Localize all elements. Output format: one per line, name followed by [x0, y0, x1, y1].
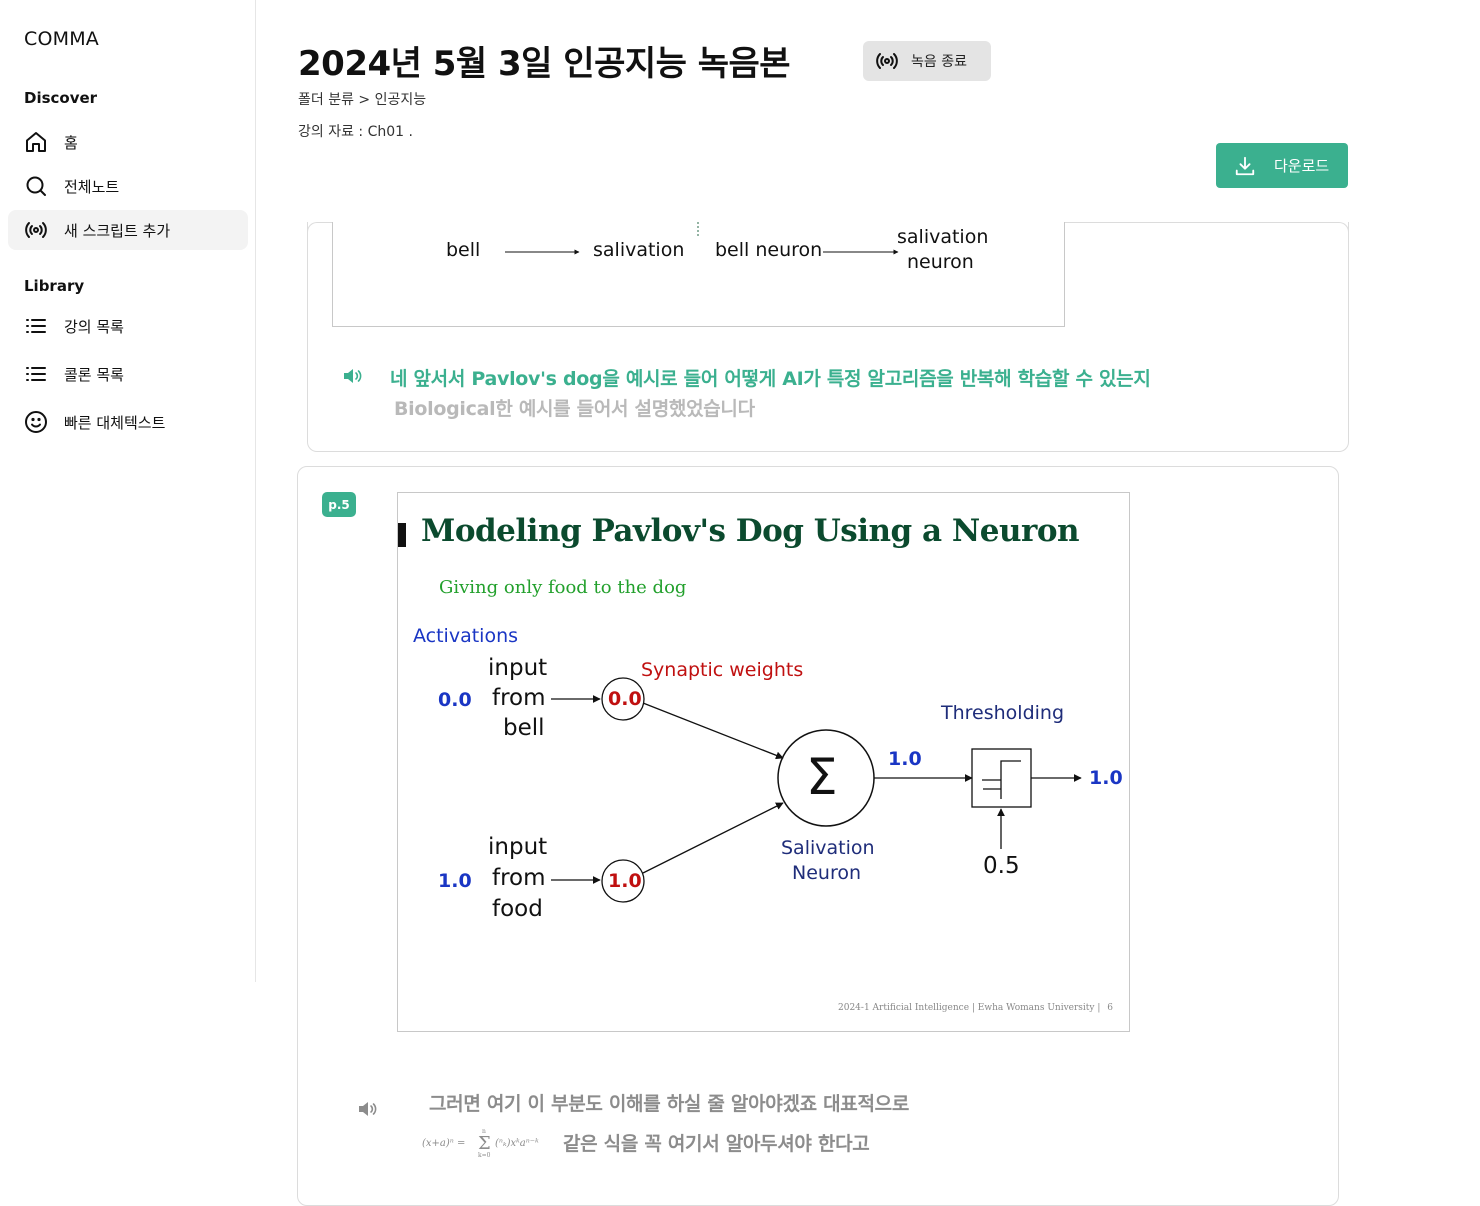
weight2-value: 1.0	[608, 870, 642, 892]
transcript-line[interactable]: 그러면 여기 이 부분도 이해를 하실 줄 알아야겠죠 대표적으로	[429, 1089, 909, 1116]
slide-text-salivation: salivation	[593, 239, 685, 261]
sidebar-item-label: 강의 목록	[64, 317, 124, 336]
home-icon	[24, 130, 48, 154]
smiley-icon	[24, 410, 48, 434]
list-icon	[24, 314, 48, 338]
slide-subtitle: Giving only food to the dog	[439, 577, 687, 598]
sidebar-item-quick-alt-text[interactable]: 빠른 대체텍스트	[8, 402, 248, 442]
app-logo[interactable]: COMMA	[24, 28, 99, 50]
final-output-value: 1.0	[1089, 767, 1123, 789]
discover-section-title: Discover	[24, 89, 98, 107]
transcript-card: bell salivation bell neuron salivation n…	[307, 222, 1349, 452]
svg-text:Σ: Σ	[478, 1133, 491, 1154]
transcript-line[interactable]: Biological한 예시를 들어서 설명했었습니다	[394, 394, 755, 421]
slide-text-bell-neuron: bell neuron	[715, 239, 823, 261]
sidebar-item-home[interactable]: 홈	[8, 122, 248, 162]
input1-label: input	[488, 655, 548, 681]
input2-activation: 1.0	[438, 870, 472, 892]
transcript-line[interactable]: 같은 식을 꼭 여기서 알아두셔야 한다고	[563, 1129, 870, 1156]
sidebar-item-all-notes[interactable]: 전체노트	[8, 166, 248, 206]
page-badge[interactable]: p.5	[322, 492, 356, 517]
sidebar-item-lecture-list[interactable]: 강의 목록	[8, 306, 248, 346]
input1-label: bell	[503, 715, 545, 741]
sidebar: COMMA Discover 홈 전체노트 새 스크립트 추가 Library …	[0, 0, 256, 982]
download-icon	[1234, 155, 1256, 177]
slide-footer-text: 2024-1 Artificial Intelligence | Ewha Wo…	[838, 1003, 1101, 1013]
sidebar-item-label: 새 스크립트 추가	[64, 221, 171, 240]
svg-text:k=0: k=0	[478, 1152, 491, 1159]
input2-label: input	[488, 834, 548, 860]
svg-text:n: n	[482, 1128, 486, 1135]
sum-symbol: Σ	[806, 748, 838, 806]
input1-activation: 0.0	[438, 689, 472, 711]
sidebar-item-colon-list[interactable]: 콜론 목록	[8, 354, 248, 394]
slide-footer: 2024-1 Artificial Intelligence | Ewha Wo…	[838, 1003, 1113, 1013]
neuron-label: Neuron	[792, 862, 862, 884]
formula-image: (x+a)ⁿ = Σ n k=0 (ⁿₖ)xᵏaⁿ⁻ᵏ	[420, 1125, 560, 1163]
sidebar-item-label: 빠른 대체텍스트	[64, 413, 166, 432]
slide-synaptic-weights-label: Synaptic weights	[641, 659, 804, 681]
slide-activations-label: Activations	[413, 625, 519, 647]
neuron-label: Salivation	[781, 837, 875, 859]
svg-text:(x+a)ⁿ =: (x+a)ⁿ =	[422, 1138, 465, 1149]
list-icon	[24, 362, 48, 386]
page-title: 2024년 5월 3일 인공지능 녹음본	[298, 44, 791, 84]
slide-title: Modeling Pavlov's Dog Using a Neuron	[421, 513, 1080, 549]
weight1-value: 0.0	[608, 688, 642, 710]
sidebar-item-label: 콜론 목록	[64, 365, 124, 384]
stop-recording-button[interactable]: 녹음 종료	[863, 41, 991, 81]
slide-snippet: bell salivation bell neuron salivation n…	[332, 222, 1065, 327]
sidebar-item-new-script[interactable]: 새 스크립트 추가	[8, 210, 248, 250]
speaker-icon[interactable]	[357, 1100, 379, 1118]
breadcrumb[interactable]: 폴더 분류 > 인공지능	[298, 89, 426, 109]
slide-footer-page: 6	[1107, 1003, 1113, 1013]
svg-text:(ⁿₖ)xᵏaⁿ⁻ᵏ: (ⁿₖ)xᵏaⁿ⁻ᵏ	[495, 1138, 539, 1149]
slide-card: p.5 Modeling Pavlov's Dog Using a Neuron…	[297, 466, 1339, 1206]
library-section-title: Library	[24, 277, 85, 295]
threshold-value: 0.5	[983, 853, 1020, 879]
sidebar-item-label: 전체노트	[64, 177, 120, 196]
input2-label: from	[492, 865, 546, 891]
slide-text-salivation-neuron: salivation	[897, 226, 989, 248]
lecture-slide: Modeling Pavlov's Dog Using a Neuron Giv…	[397, 492, 1130, 1032]
slide-thresholding-label: Thresholding	[941, 702, 1065, 724]
input2-label: food	[492, 896, 543, 922]
stop-recording-label: 녹음 종료	[911, 54, 967, 70]
lecture-material-label: 강의 자료 : Ch01 .	[298, 124, 413, 140]
input1-label: from	[492, 685, 546, 711]
slide-text-bell: bell	[446, 239, 481, 261]
download-label: 다운로드	[1274, 157, 1330, 175]
slide-text-salivation-neuron: neuron	[907, 251, 974, 273]
broadcast-icon	[24, 218, 48, 242]
transcript-line-active[interactable]: 네 앞서서 Pavlov's dog을 예시로 들어 어떻게 AI가 특정 알고…	[390, 364, 1151, 391]
broadcast-icon	[875, 49, 899, 73]
sidebar-item-label: 홈	[64, 133, 78, 152]
download-button[interactable]: 다운로드	[1216, 143, 1348, 188]
search-icon	[24, 174, 48, 198]
sum-output-value: 1.0	[888, 748, 922, 770]
speaker-icon[interactable]	[342, 367, 364, 385]
